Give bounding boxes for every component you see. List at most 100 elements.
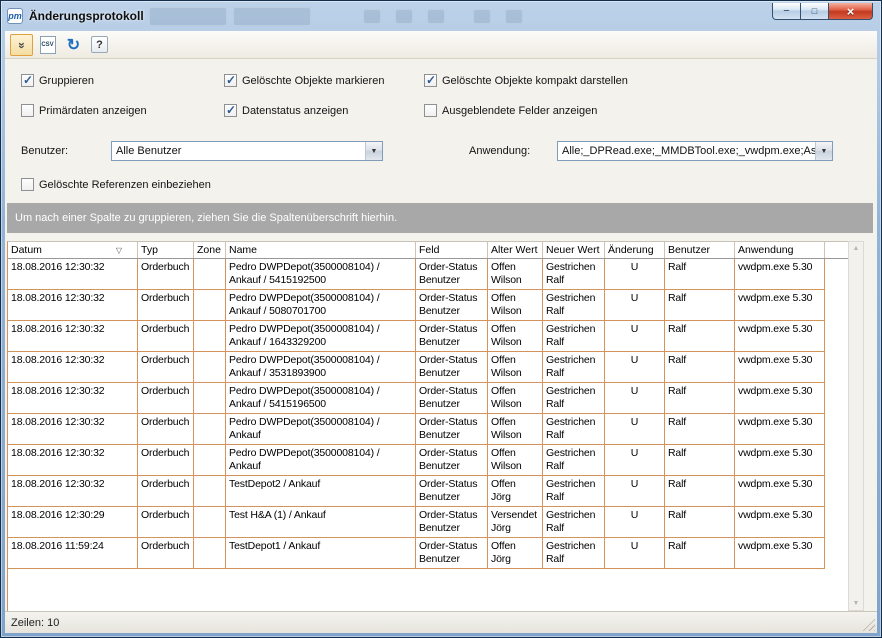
column-header-label: Typ [141,244,158,256]
column-header-label: Anwendung [738,244,793,256]
column-header-label: Name [229,244,257,256]
cell-datum: 18.08.2016 12:30:32 [8,259,138,289]
cell-anwendung: vwdpm.exe 5.30 [735,321,825,351]
vertical-scrollbar[interactable]: ▲ ▼ [848,241,864,611]
cell-name: TestDepot1 / Ankauf [226,538,416,568]
cell-anwendung: vwdpm.exe 5.30 [735,414,825,444]
column-header-datum[interactable]: Datum▽ [8,242,138,258]
checkbox-geloeschte-objekte-kompakt[interactable]: Gelöschte Objekte kompakt darstellen [424,73,628,88]
cell-typ: Orderbuch [138,383,194,413]
column-header-benutzer[interactable]: Benutzer [665,242,735,258]
csv-export-button[interactable]: CSV [36,34,59,56]
options-toggle-button[interactable]: » [10,34,33,56]
checkbox-label: Gelöschte Referenzen einbeziehen [39,179,211,191]
checkbox-ausgeblendete-felder[interactable]: Ausgeblendete Felder anzeigen [424,103,597,118]
cell-anwendung: vwdpm.exe 5.30 [735,259,825,289]
cell-neuer: GestrichenRalf [543,476,605,506]
cell-neuer: GestrichenRalf [543,538,605,568]
app-icon: pm [7,8,23,24]
table-row[interactable]: 18.08.2016 12:30:32Orderbuch Pedro DWPDep… [8,352,825,383]
cell-zone [194,321,226,351]
cell-aenderung: U [605,352,665,382]
cell-neuer: GestrichenRalf [543,445,605,475]
close-button[interactable]: × [828,3,873,20]
checkbox-gruppieren[interactable]: Gruppieren [21,73,94,88]
column-header-typ[interactable]: Typ [138,242,194,258]
table-row[interactable]: 18.08.2016 12:30:32OrderbuchTestDepot2 /… [8,476,825,507]
cell-aenderung: U [605,507,665,537]
background-window-ghost [505,9,523,24]
column-header-name[interactable]: Name [226,242,416,258]
scroll-up-icon[interactable]: ▲ [853,242,860,255]
cell-datum: 18.08.2016 12:30:32 [8,352,138,382]
checkbox-geloeschte-referenzen[interactable]: Gelöschte Referenzen einbeziehen [21,177,211,192]
column-header-anwendung[interactable]: Anwendung [735,242,825,258]
status-bar: Zeilen: 10 [5,611,877,633]
column-header-neuer[interactable]: Neuer Wert [543,242,605,258]
cell-feld: Order-StatusBenutzer [416,445,488,475]
row-count-text: Zeilen: 10 [11,617,59,629]
resize-grip[interactable] [861,617,875,631]
cell-neuer: GestrichenRalf [543,352,605,382]
checkbox-label: Gelöschte Objekte markieren [242,75,384,87]
title-bar[interactable]: pm Änderungsprotokoll − □ × [1,1,881,31]
column-header-aenderung[interactable]: Änderung [605,242,665,258]
cell-datum: 18.08.2016 11:59:24 [8,538,138,568]
table-row[interactable]: 18.08.2016 12:30:32OrderbuchPedro DWPDep… [8,290,825,321]
window-title: Änderungsprotokoll [29,9,144,23]
checkbox-datenstatus-anzeigen[interactable]: Datenstatus anzeigen [224,103,348,118]
toolbar: » CSV ↻ ? [5,31,877,59]
cell-feld: Order-StatusBenutzer [416,290,488,320]
cell-aenderung: U [605,383,665,413]
table-row[interactable]: 18.08.2016 11:59:24OrderbuchTestDepot1 /… [8,538,825,569]
help-button[interactable]: ? [88,34,111,56]
options-panel: Gruppieren Gelöschte Objekte markieren G… [5,59,877,201]
cell-alter: OffenWilson [488,290,543,320]
cell-typ: Orderbuch [138,290,194,320]
table-body: 18.08.2016 12:30:32OrderbuchPedro DWPDep… [8,259,848,569]
checkbox-box [424,104,437,117]
maximize-button[interactable]: □ [801,3,828,20]
cell-alter: OffenWilson [488,383,543,413]
column-header-zone[interactable]: Zone [194,242,226,258]
minimize-icon: − [783,5,789,17]
group-by-drop-zone[interactable]: Um nach einer Spalte zu gruppieren, zieh… [7,203,873,233]
cell-name: Pedro DWPDepot(3500008104) / Ankauf / 35… [226,352,416,382]
minimize-button[interactable]: − [772,3,801,20]
column-header-alter[interactable]: Alter Wert [488,242,543,258]
anwendung-select[interactable]: Alle;_DPRead.exe;_MMDBTool.exe;_vwdpm.ex… [557,141,833,161]
checkbox-label: Gruppieren [39,75,94,87]
cell-feld: Order-StatusBenutzer [416,259,488,289]
table-row[interactable]: 18.08.2016 12:30:32OrderbuchPedro DWPDep… [8,259,825,290]
table-row[interactable]: 18.08.2016 12:30:32OrderbuchPedro DWPDep… [8,414,825,445]
refresh-button[interactable]: ↻ [62,34,85,56]
background-window-ghost [427,9,445,24]
table-row[interactable]: 18.08.2016 12:30:32OrderbuchPedro DWPDep… [8,445,825,476]
cell-feld: Order-StatusBenutzer [416,414,488,444]
table-row[interactable]: 18.08.2016 12:30:29OrderbuchTest H&A (1)… [8,507,825,538]
checkbox-geloeschte-objekte-markieren[interactable]: Gelöschte Objekte markieren [224,73,384,88]
checkbox-box [224,104,237,117]
cell-benutzer: Ralf [665,383,735,413]
cell-anwendung: vwdpm.exe 5.30 [735,445,825,475]
table-row[interactable]: 18.08.2016 12:30:32OrderbuchPedro DWPDep… [8,383,825,414]
cell-zone [194,290,226,320]
benutzer-select[interactable]: Alle Benutzer ▼ [111,141,383,161]
cell-anwendung: vwdpm.exe 5.30 [735,538,825,568]
checkbox-label: Datenstatus anzeigen [242,105,348,117]
cell-alter: OffenWilson [488,445,543,475]
checkbox-box [21,104,34,117]
cell-aenderung: U [605,476,665,506]
table-row[interactable]: 18.08.2016 12:30:32OrderbuchPedro DWPDep… [8,321,825,352]
cell-benutzer: Ralf [665,290,735,320]
cell-benutzer: Ralf [665,445,735,475]
cell-name: Pedro DWPDepot(3500008104) / Ankauf / 50… [226,290,416,320]
cell-benutzer: Ralf [665,507,735,537]
cell-typ: Orderbuch [138,352,194,382]
cell-anwendung: vwdpm.exe 5.30 [735,290,825,320]
scroll-down-icon[interactable]: ▼ [853,597,860,610]
cell-typ: Orderbuch [138,445,194,475]
checkbox-primaerdaten-anzeigen[interactable]: Primärdaten anzeigen [21,103,147,118]
cell-alter: OffenWilson [488,321,543,351]
column-header-feld[interactable]: Feld [416,242,488,258]
